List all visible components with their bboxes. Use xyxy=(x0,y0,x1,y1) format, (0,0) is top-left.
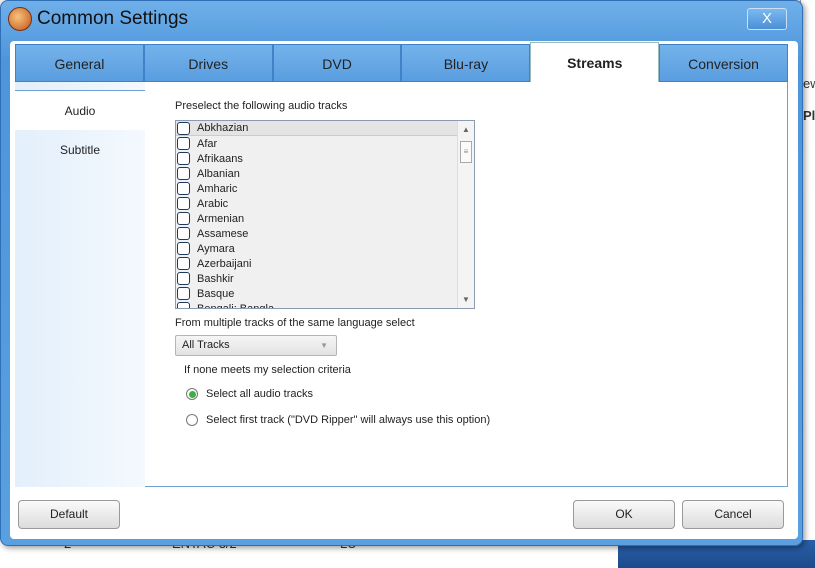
audio-track-list[interactable]: Abkhazian Afar Afrikaans Albanian Amharic Ara… xyxy=(175,120,475,309)
multiple-tracks-select[interactable]: All Tracks ▼ xyxy=(175,335,337,356)
radio-icon[interactable] xyxy=(186,414,198,426)
language-label: Albanian xyxy=(197,167,240,180)
language-label: Arabic xyxy=(197,197,229,210)
close-button[interactable]: X xyxy=(747,8,787,30)
language-label: Afrikaans xyxy=(197,152,243,165)
checkbox[interactable] xyxy=(177,137,190,150)
radio-icon[interactable] xyxy=(186,388,198,400)
scroll-up-icon[interactable]: ▲ xyxy=(458,121,474,138)
checkbox[interactable] xyxy=(177,272,190,285)
tab-streams[interactable]: Streams xyxy=(530,42,660,82)
tab-dvd[interactable]: DVD xyxy=(272,44,402,82)
tab-bluray[interactable]: Blu-ray xyxy=(401,44,531,82)
checkbox[interactable] xyxy=(177,167,190,180)
radio-label: Select first track ("DVD Ripper" will al… xyxy=(206,414,491,426)
language-label: Bengali; Bangla xyxy=(197,302,275,309)
language-label: Aymara xyxy=(197,242,235,255)
list-item[interactable]: Assamese xyxy=(176,226,474,241)
ok-button[interactable]: OK xyxy=(573,500,675,529)
list-item[interactable]: Basque xyxy=(176,286,474,301)
multiple-tracks-label: From multiple tracks of the same languag… xyxy=(175,317,415,329)
dialog-title: Common Settings xyxy=(37,8,189,29)
list-item[interactable]: Armenian xyxy=(176,211,474,226)
list-item[interactable]: Afar xyxy=(176,136,474,151)
checkbox[interactable] xyxy=(177,227,190,240)
app-logo-icon xyxy=(8,7,32,31)
sidebar: Audio Subtitle xyxy=(15,82,145,487)
language-label: Amharic xyxy=(197,182,238,195)
chevron-down-icon: ▼ xyxy=(320,341,328,350)
sidebar-item-subtitle[interactable]: Subtitle xyxy=(15,130,145,170)
language-label: Abkhazian xyxy=(197,122,249,134)
list-item[interactable]: Abkhazian xyxy=(176,121,474,136)
checkbox[interactable] xyxy=(177,121,190,135)
checkbox[interactable] xyxy=(177,182,190,195)
cancel-button[interactable]: Cancel xyxy=(682,500,784,529)
default-button[interactable]: Default xyxy=(18,500,120,529)
list-item[interactable]: Bashkir xyxy=(176,271,474,286)
tab-general[interactable]: General xyxy=(15,44,144,82)
list-item[interactable]: Amharic xyxy=(176,181,474,196)
checkbox[interactable] xyxy=(177,212,190,225)
preselect-label: Preselect the following audio tracks xyxy=(175,100,348,112)
none-meets-label: If none meets my selection criteria xyxy=(184,364,351,376)
radio-select-first[interactable]: Select first track ("DVD Ripper" will al… xyxy=(186,414,490,426)
checkbox[interactable] xyxy=(177,287,190,300)
language-label: Armenian xyxy=(197,212,245,225)
language-label: Assamese xyxy=(197,227,249,240)
radio-label: Select all audio tracks xyxy=(206,388,313,400)
list-item[interactable]: Albanian xyxy=(176,166,474,181)
checkbox[interactable] xyxy=(177,197,190,210)
list-item[interactable]: Azerbaijani xyxy=(176,256,474,271)
checkbox[interactable] xyxy=(177,242,190,255)
language-label: Bashkir xyxy=(197,272,234,285)
list-item[interactable]: Aymara xyxy=(176,241,474,256)
tab-conversion[interactable]: Conversion xyxy=(659,44,788,82)
bg-text: ew xyxy=(803,76,815,91)
sidebar-item-audio[interactable]: Audio xyxy=(15,90,145,130)
checkbox[interactable] xyxy=(177,152,190,165)
bg-text: Pl xyxy=(803,108,815,123)
checkbox[interactable] xyxy=(177,257,190,270)
list-item[interactable]: Arabic xyxy=(176,196,474,211)
list-item[interactable]: Bengali; Bangla xyxy=(176,301,474,309)
tab-drives[interactable]: Drives xyxy=(143,44,273,82)
checkbox[interactable] xyxy=(177,302,190,308)
list-scrollbar[interactable]: ▲ ≡ ▼ xyxy=(457,121,474,308)
select-value: All Tracks xyxy=(182,339,230,351)
radio-select-all[interactable]: Select all audio tracks xyxy=(186,388,313,400)
tab-bar: General Drives DVD Blu-ray Streams Conversion xyxy=(15,42,788,82)
scroll-thumb[interactable]: ≡ xyxy=(460,141,472,163)
audio-settings: Preselect the following audio tracks Abk… xyxy=(145,82,788,487)
language-label: Azerbaijani xyxy=(197,257,252,270)
language-label: Afar xyxy=(197,137,218,150)
language-label: Basque xyxy=(197,287,235,300)
list-item[interactable]: Afrikaans xyxy=(176,151,474,166)
scroll-down-icon[interactable]: ▼ xyxy=(458,291,474,308)
